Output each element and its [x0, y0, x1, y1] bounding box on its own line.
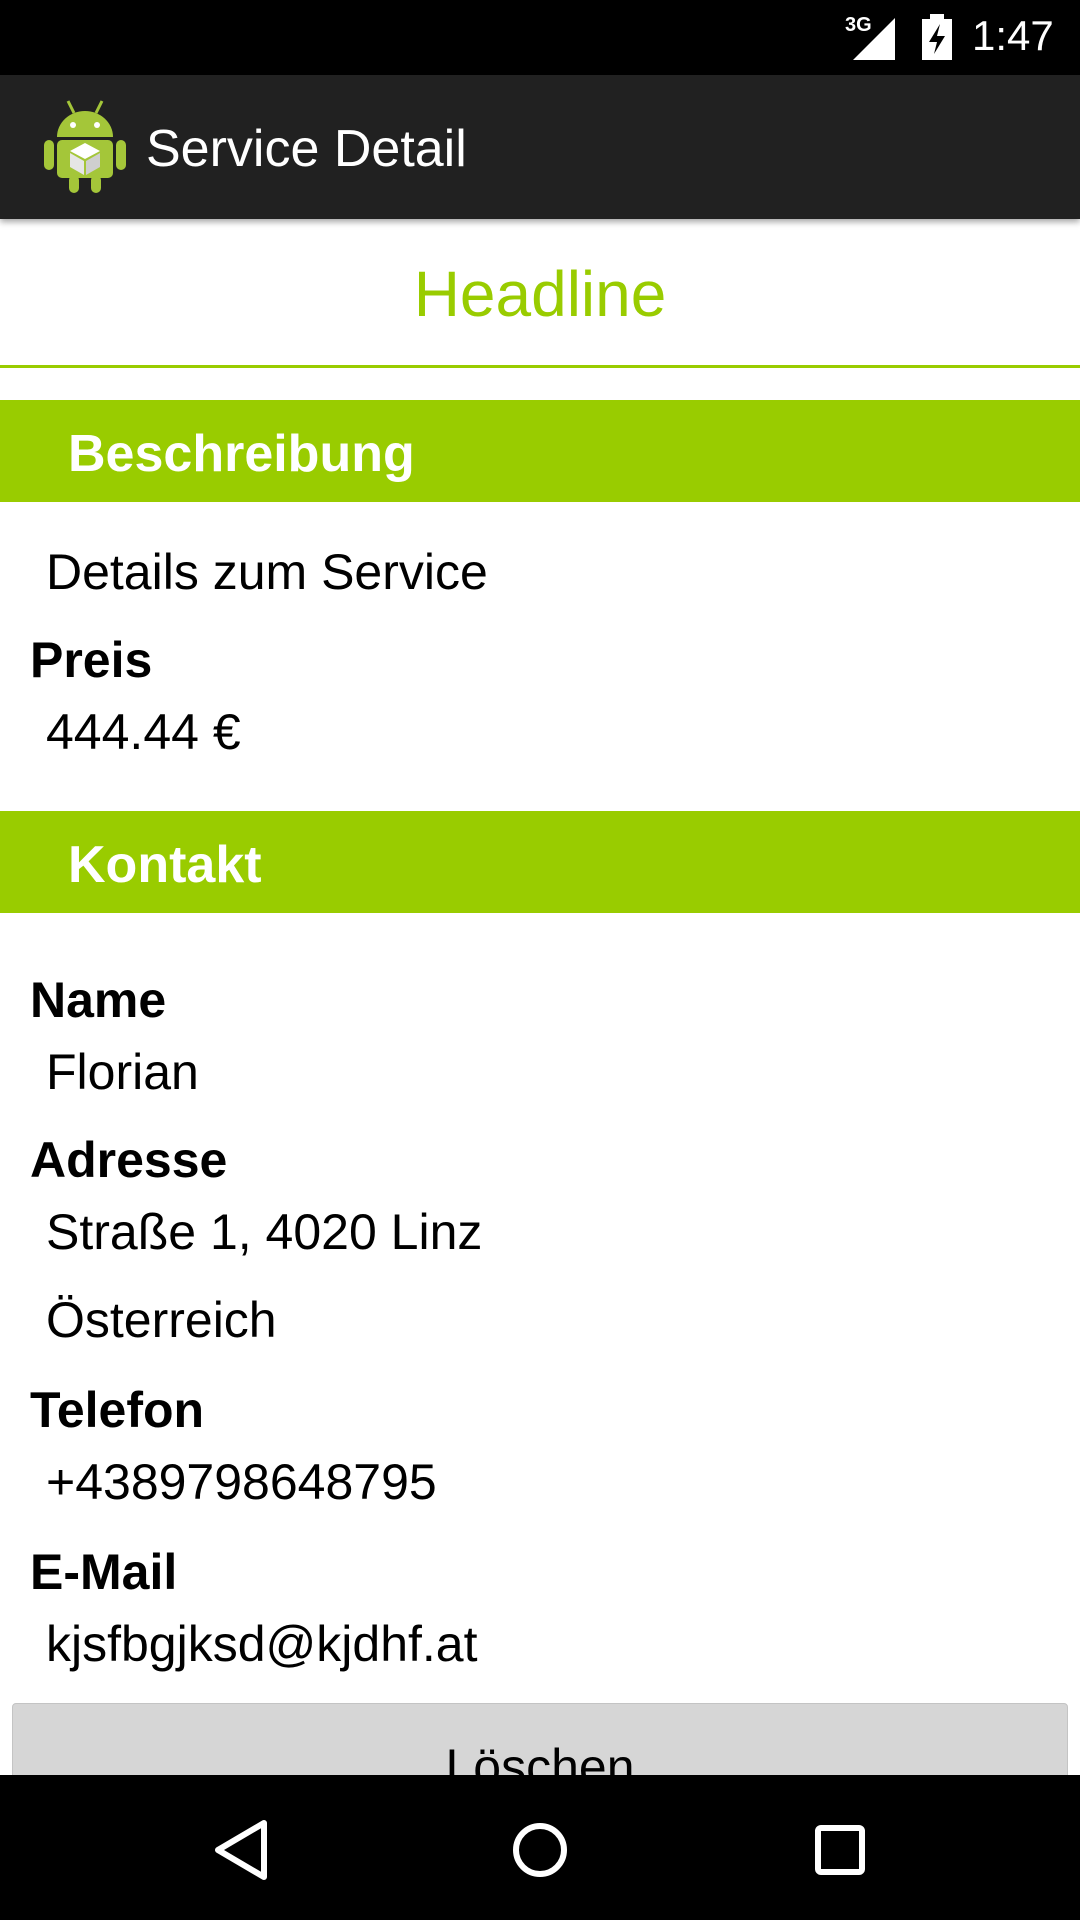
price-label: Preis	[30, 632, 153, 688]
section-title-contact: Kontakt	[68, 836, 262, 894]
screen: 3G 1:47 Service Detail Headline Beschrei…	[0, 0, 1080, 1920]
headline: Headline	[413, 258, 667, 330]
address-line-2: Österreich	[46, 1292, 277, 1348]
section-title-description: Beschreibung	[68, 425, 415, 483]
service-description: Details zum Service	[46, 544, 488, 600]
phone-label: Telefon	[30, 1382, 205, 1438]
address-line-1: Straße 1, 4020 Linz	[46, 1204, 483, 1260]
section-header-description: Beschreibung	[0, 400, 1080, 502]
delete-button[interactable]: Löschen	[12, 1703, 1068, 1775]
name-value: Florian	[46, 1044, 199, 1100]
battery-charging-icon	[922, 14, 952, 60]
section-header-contact: Kontakt	[0, 811, 1080, 913]
email-label: E-Mail	[30, 1544, 178, 1600]
signal-icon	[853, 18, 895, 60]
price-value: 444.44 €	[46, 704, 241, 760]
back-icon[interactable]	[200, 1815, 280, 1885]
navigation-bar	[0, 1775, 1080, 1920]
home-icon[interactable]	[500, 1815, 580, 1885]
action-bar: Service Detail	[0, 75, 1080, 219]
phone-value: +4389798648795	[46, 1454, 437, 1510]
android-app-icon[interactable]	[42, 97, 128, 195]
email-value: kjsfbgjksd@kjdhf.at	[46, 1616, 478, 1672]
action-bar-title: Service Detail	[146, 120, 467, 178]
recents-icon[interactable]	[800, 1815, 880, 1885]
headline-divider	[0, 365, 1080, 368]
status-time: 1:47	[972, 12, 1054, 59]
address-label: Adresse	[30, 1132, 228, 1188]
name-label: Name	[30, 972, 167, 1028]
detail-content[interactable]: Headline Beschreibung Details zum Servic…	[0, 219, 1080, 1775]
status-bar: 3G 1:47	[0, 0, 1080, 75]
signal-indicator: 3G	[845, 14, 900, 60]
